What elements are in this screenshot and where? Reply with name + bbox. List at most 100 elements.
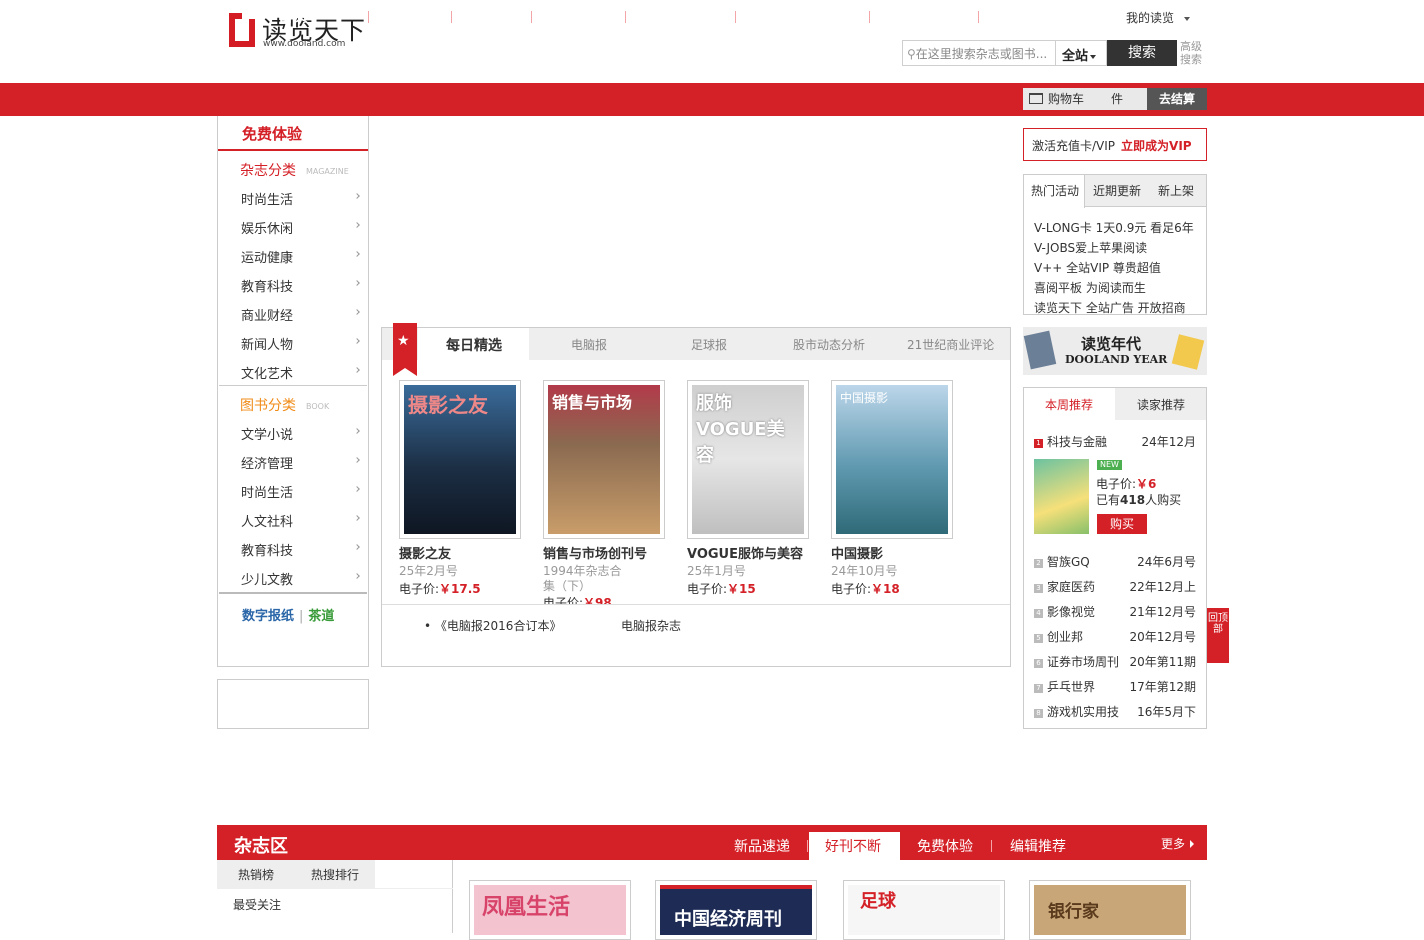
nav-item-vip[interactable]: VIP产品专区 — [760, 0, 848, 33]
rank-item[interactable]: 3 家庭医药 22年12月上 — [1034, 578, 1196, 595]
free-trial-link[interactable]: 免费体验 — [218, 116, 368, 151]
category-item[interactable]: 教育科技 — [241, 540, 360, 559]
activity-item[interactable]: V++ 全站VIP 尊贵超值 — [1034, 259, 1161, 276]
category-label: 新闻人物 — [241, 338, 294, 353]
chevron-right-icon — [354, 367, 360, 373]
category-item[interactable]: 娱乐休闲 — [241, 218, 360, 237]
tab-new-arrival[interactable]: 新上架 — [1158, 182, 1194, 199]
tab-editor-pick[interactable]: 编辑推荐 — [1010, 836, 1066, 856]
dooland-year-banner[interactable]: 读览年代 DOOLAND YEAR — [1023, 327, 1207, 375]
nav-separator — [869, 11, 870, 23]
featured-cover[interactable] — [1034, 459, 1089, 534]
nav-item-client[interactable]: 客户端 — [555, 0, 600, 33]
rank-number: 7 — [1034, 684, 1043, 693]
rank-item[interactable]: 2 智族GQ 24年6月号 — [1034, 553, 1196, 570]
category-item[interactable]: 新闻人物 — [241, 334, 360, 353]
search-scope-select[interactable]: 全站 — [1055, 40, 1107, 66]
nav-separator — [625, 11, 626, 23]
category-item[interactable]: 时尚生活 — [241, 482, 360, 501]
tab-free-trial[interactable]: 免费体验 — [917, 836, 973, 856]
chevron-right-icon — [354, 193, 360, 199]
sub-link[interactable]: • 《电脑报2016合订本》 — [424, 617, 561, 634]
cart-label: 购物车 — [1048, 92, 1085, 106]
activity-item[interactable]: V-JOBS爱上苹果阅读 — [1034, 239, 1147, 256]
cover-title: 凤凰生活 — [474, 885, 626, 935]
back-to-top-button[interactable]: 回顶部 — [1207, 608, 1229, 663]
category-item[interactable]: 文化艺术 — [241, 363, 360, 382]
vip-box: 激活充值卡/VIP 立即成为VIP — [1023, 128, 1207, 161]
price-value: ￥6 — [1136, 477, 1157, 491]
rank-item[interactable]: 6 证券市场周刊 20年第11期 — [1034, 653, 1196, 670]
tea-link[interactable]: 茶道 — [308, 609, 334, 624]
divider — [219, 592, 367, 594]
rank-date: 20年第11期 — [1129, 655, 1196, 669]
more-link[interactable]: 更多 — [1161, 835, 1195, 852]
subtab-most-watched[interactable]: 最受关注 — [233, 896, 281, 913]
divider — [217, 888, 453, 889]
tab-hot-activity[interactable]: 热门活动 — [1031, 182, 1079, 199]
tab-computer-news[interactable]: 电脑报 — [571, 336, 607, 353]
advanced-search-link[interactable]: 高级搜索 — [1180, 40, 1206, 66]
rank-date: 21年12月号 — [1129, 605, 1196, 619]
rank-number: 1 — [1034, 439, 1043, 448]
tab-football-news[interactable]: 足球报 — [691, 336, 727, 353]
triangle-right-icon — [1190, 840, 1195, 848]
magazine-cover[interactable]: 凤凰生活 — [469, 880, 631, 940]
magazine-cover[interactable]: 足球 — [843, 880, 1005, 940]
nav-separator — [978, 11, 979, 23]
chevron-right-icon — [354, 544, 360, 550]
buy-button[interactable]: 购买 — [1097, 514, 1147, 534]
category-item[interactable]: 教育科技 — [241, 276, 360, 295]
tab-recent-update[interactable]: 近期更新 — [1093, 182, 1141, 199]
search-button[interactable]: 搜索 — [1107, 40, 1177, 66]
tab-good-issues[interactable]: 好刊不断 — [825, 836, 881, 856]
magazine-cover[interactable]: 中国经济周刊 — [655, 880, 817, 940]
checkout-button[interactable]: 去结算 — [1147, 88, 1207, 110]
magazine-cover[interactable]: 银行家 — [1029, 880, 1191, 940]
tab-stock-analysis[interactable]: 股市动态分析 — [793, 336, 865, 353]
vip-activate-link[interactable]: 激活充值卡/VIP — [1032, 139, 1115, 153]
digital-newspaper-link[interactable]: 数字报纸 — [242, 609, 294, 624]
nav-item-discount[interactable]: 优惠专区 — [651, 0, 711, 33]
tab-new-arrivals[interactable]: 新品速递 — [734, 836, 790, 856]
activity-item[interactable]: 读览天下 全站广告 开放招商 — [1034, 299, 1186, 316]
nav-item-magazine[interactable]: 杂志 — [392, 0, 422, 33]
nav-separator — [735, 11, 736, 23]
tab-reader-recommend[interactable]: 读家推荐 — [1137, 396, 1185, 413]
nav-item-home[interactable]: 首页 — [278, 0, 308, 33]
cart-button[interactable]: 购物车 件 — [1023, 88, 1147, 110]
rank-item[interactable]: 7 乒乓世界 17年第12期 — [1034, 678, 1196, 695]
tab-weekly-recommend[interactable]: 本周推荐 — [1045, 396, 1093, 413]
nav-item-book[interactable]: 图书 — [476, 0, 506, 33]
category-item[interactable]: 人文社科 — [241, 511, 360, 530]
become-vip-link[interactable]: 立即成为VIP — [1121, 139, 1192, 153]
category-item[interactable]: 文学小说 — [241, 424, 360, 443]
category-item[interactable]: 商业财经 — [241, 305, 360, 324]
my-read-menu[interactable]: 我的读览 — [1126, 9, 1191, 26]
activity-item[interactable]: 喜阅平板 为阅读而生 — [1034, 279, 1146, 296]
magazine-zone-title: 杂志区 — [234, 836, 288, 857]
rank-item[interactable]: 5 创业邦 20年12月号 — [1034, 628, 1196, 645]
rank-item[interactable]: 4 影像视觉 21年12月号 — [1034, 603, 1196, 620]
logo-url: www.dooland.com — [263, 39, 346, 49]
search-icon: ⚲ — [907, 47, 916, 61]
rank-item[interactable]: 1 科技与金融 24年12月 — [1034, 433, 1196, 450]
activity-item[interactable]: V-LONG卡 1天0.9元 看足6年 — [1034, 219, 1194, 236]
category-item[interactable]: 经济管理 — [241, 453, 360, 472]
nav-item-culture[interactable]: 文化传播 — [894, 0, 954, 33]
category-label: 文化艺术 — [241, 367, 294, 382]
category-item[interactable]: 时尚生活 — [241, 189, 360, 208]
tab-business-review[interactable]: 21世纪商业评论 — [907, 336, 994, 353]
rank-number: 5 — [1034, 634, 1043, 643]
subtab-hot-search[interactable]: 热搜排行 — [311, 866, 359, 883]
search-input[interactable]: ⚲在这里搜索杂志或图书... — [902, 40, 1056, 66]
category-item[interactable]: 运动健康 — [241, 247, 360, 266]
rank-item[interactable]: 8 游戏机实用技 16年5月下 — [1034, 703, 1196, 720]
tab-daily-picks[interactable]: 每日精选 — [446, 335, 502, 355]
cart-unit: 件 — [1111, 92, 1124, 106]
sub-link[interactable]: 电脑报杂志 — [621, 617, 681, 634]
category-item[interactable]: 少儿文教 — [241, 569, 360, 588]
subtab-bestseller[interactable]: 热销榜 — [238, 866, 274, 883]
more-label: 更多 — [1161, 837, 1186, 851]
tab-separator — [807, 840, 808, 852]
